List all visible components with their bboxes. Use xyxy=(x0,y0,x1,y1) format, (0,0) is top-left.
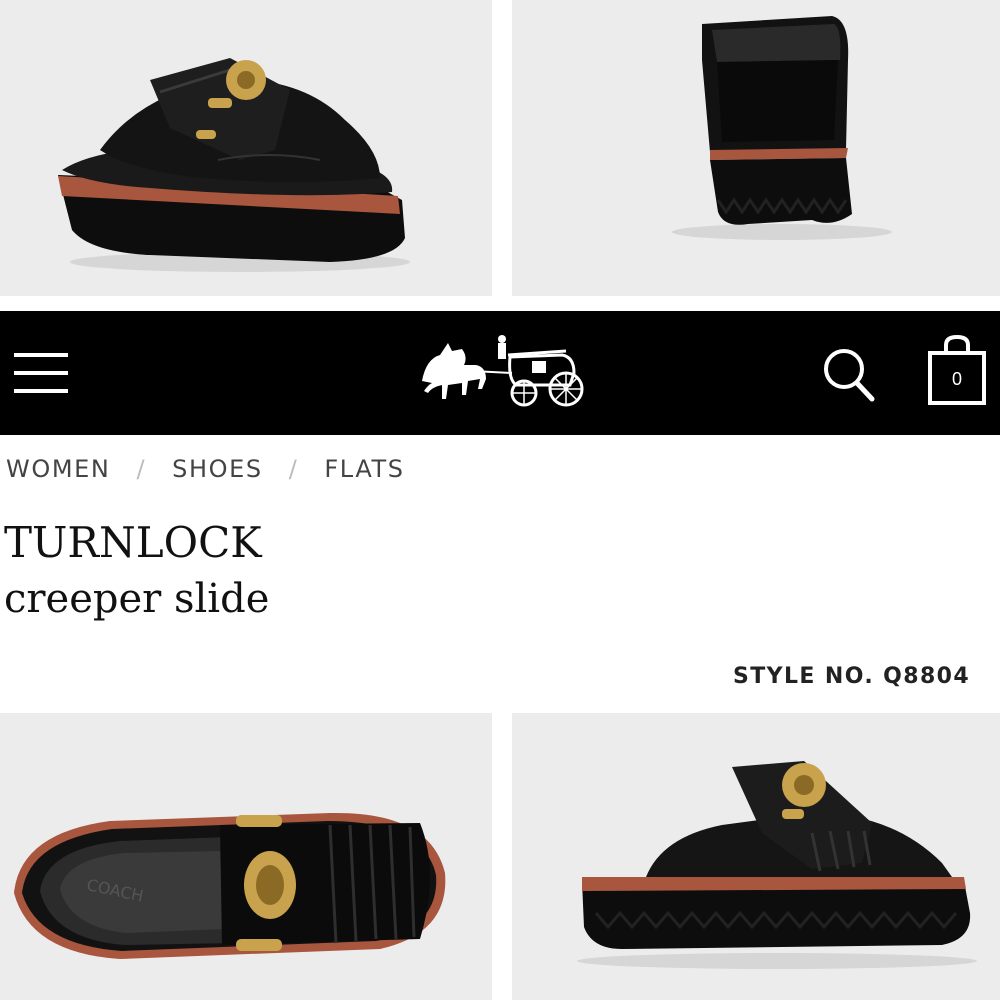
product-image-top[interactable]: COACH xyxy=(0,713,492,1000)
breadcrumb-separator: / xyxy=(136,455,147,483)
breadcrumb-flats[interactable]: FLATS xyxy=(324,455,404,483)
hamburger-menu-icon[interactable] xyxy=(12,347,70,399)
product-image-back[interactable] xyxy=(512,0,1000,296)
product-image-side[interactable] xyxy=(512,713,1000,1000)
breadcrumb-women[interactable]: WOMEN xyxy=(6,455,110,483)
horse-and-carriage-logo[interactable] xyxy=(412,329,590,417)
product-subtitle: creeper slide xyxy=(4,576,270,622)
breadcrumb-separator: / xyxy=(288,455,299,483)
bag-item-count: 0 xyxy=(951,369,962,389)
style-number: STYLE NO. Q8804 xyxy=(733,664,971,689)
breadcrumb-shoes[interactable]: SHOES xyxy=(172,455,263,483)
product-title: TURNLOCK xyxy=(4,518,262,567)
product-image-front-three-quarter[interactable] xyxy=(0,0,492,296)
search-icon[interactable] xyxy=(818,341,878,405)
top-navigation-bar: 0 xyxy=(0,311,1000,435)
breadcrumb: WOMEN / SHOES / FLATS xyxy=(6,455,405,483)
shopping-bag-icon[interactable]: 0 xyxy=(922,333,992,407)
